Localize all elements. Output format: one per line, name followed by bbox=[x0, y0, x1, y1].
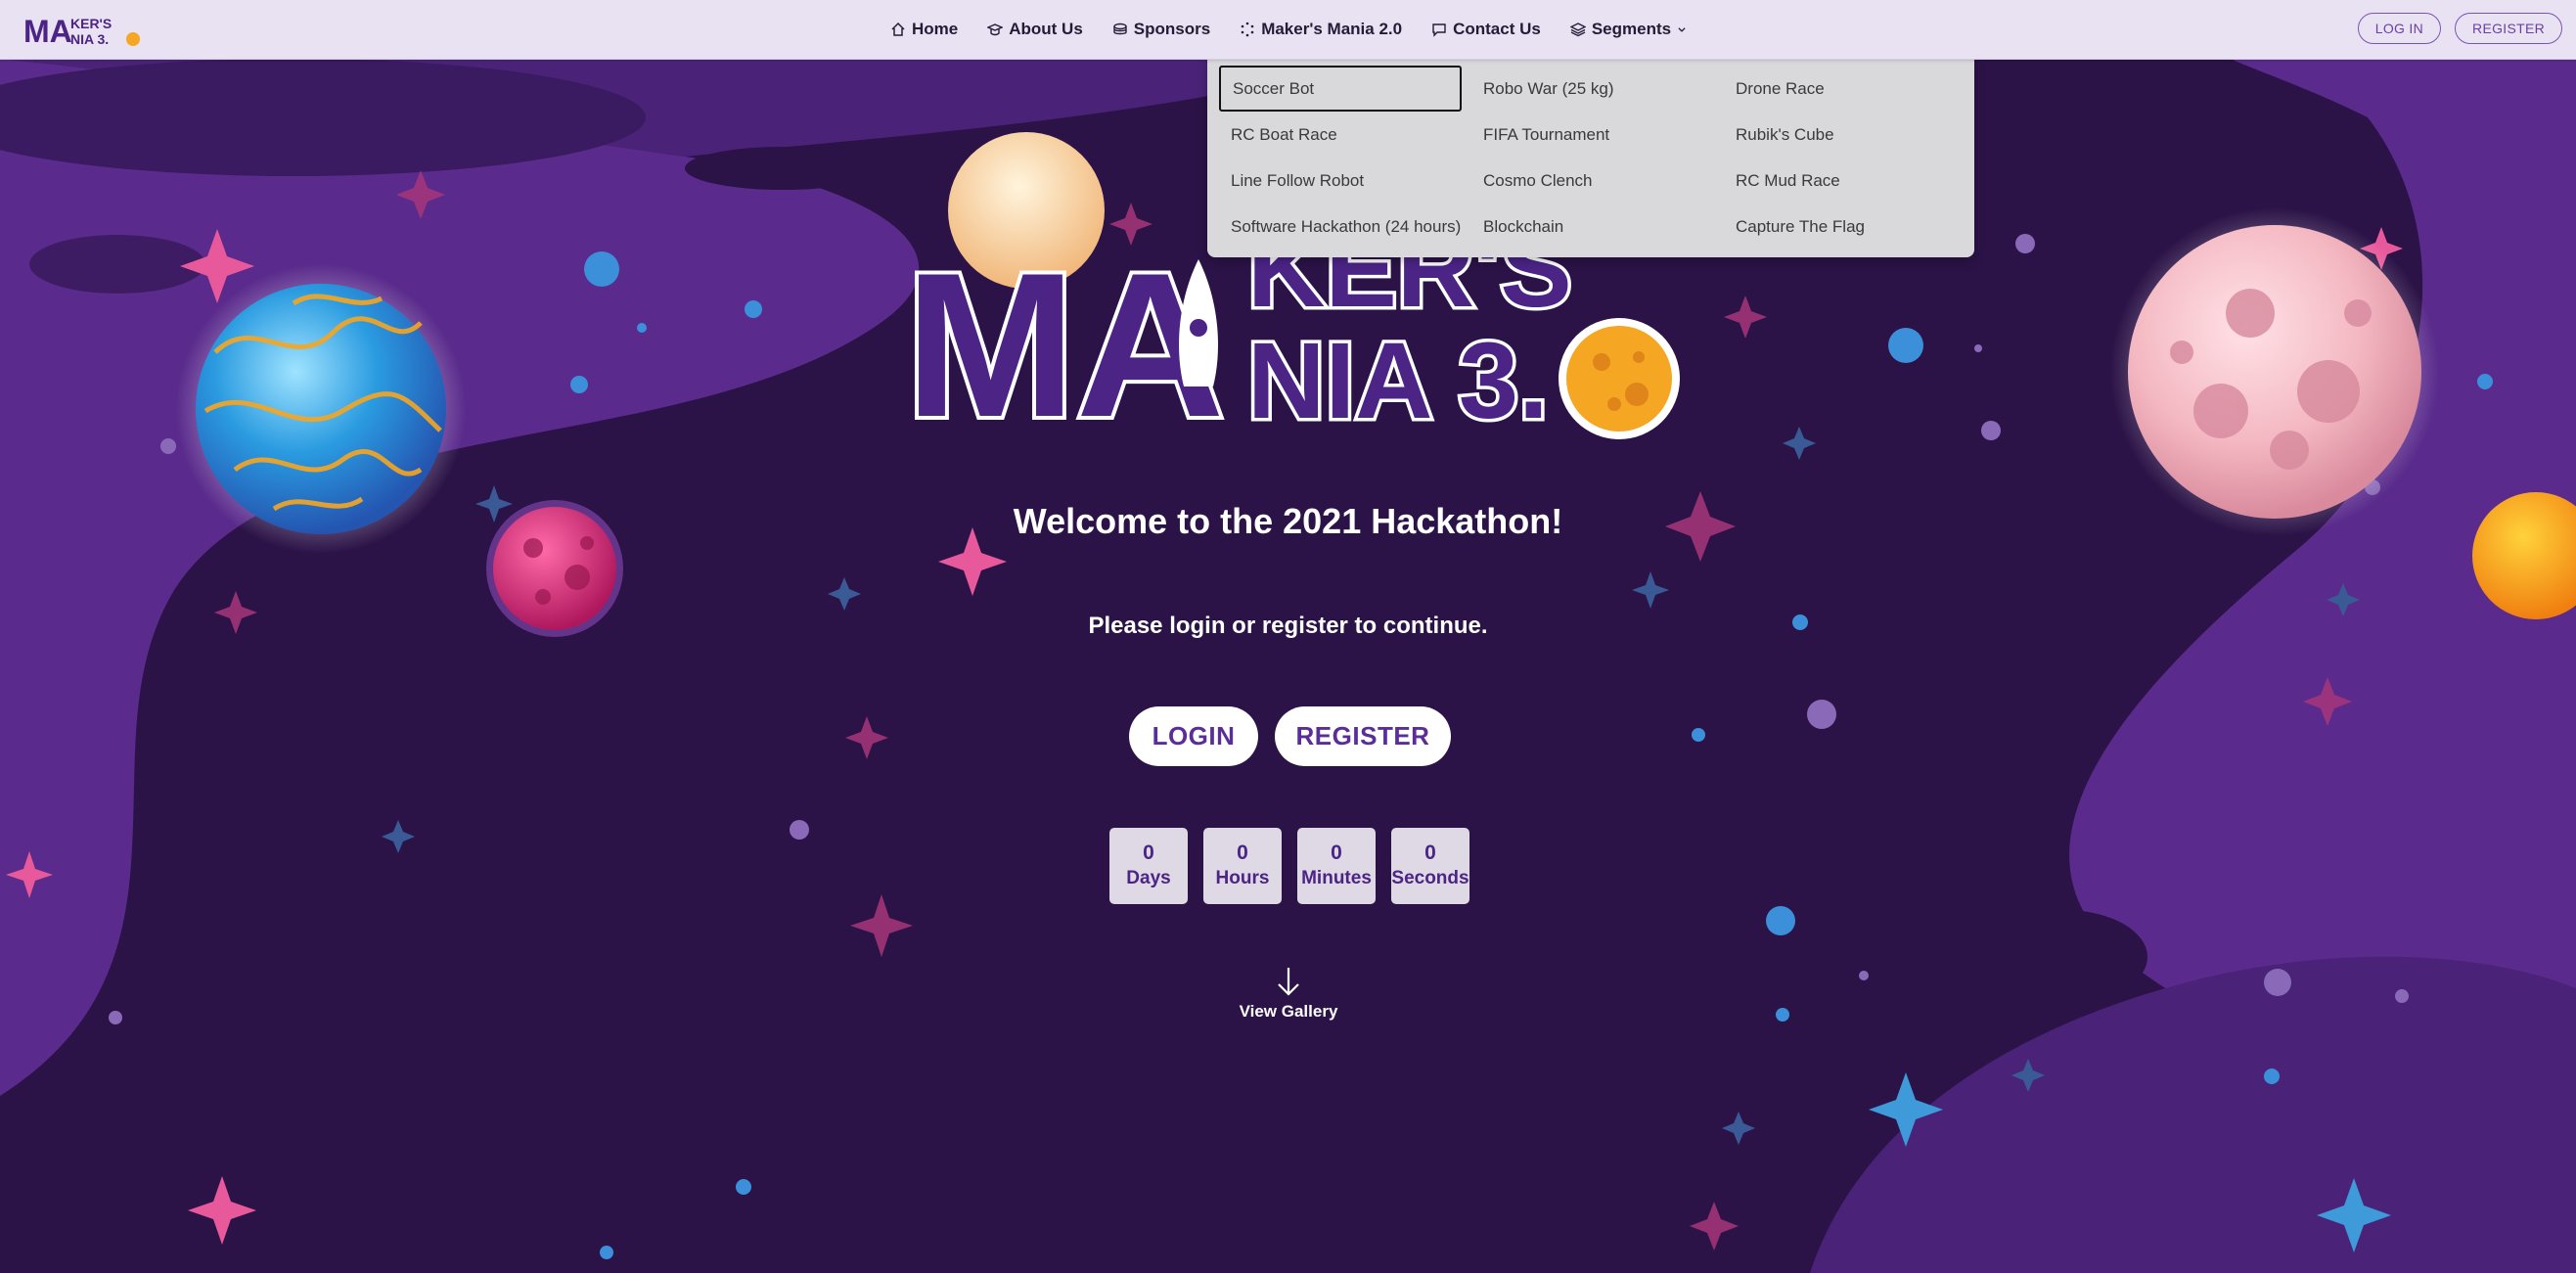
nav-makers-mania-2-label: Maker's Mania 2.0 bbox=[1261, 20, 1403, 38]
segment-drone-race[interactable]: Drone Race bbox=[1724, 66, 1836, 112]
countdown-hours: 0 Hours bbox=[1203, 828, 1282, 904]
segment-cosmo-clench[interactable]: Cosmo Clench bbox=[1471, 158, 1604, 204]
hero-logo-big: MA bbox=[905, 230, 1225, 445]
brand-logo[interactable]: MA KER'S NIA 3. bbox=[22, 9, 145, 50]
chat-bubble-icon bbox=[1432, 23, 1446, 37]
welcome-heading: Welcome to the 2021 Hackathon! bbox=[1013, 501, 1563, 541]
arrow-down-icon bbox=[1278, 968, 1299, 996]
countdown-minutes-value: 0 bbox=[1331, 841, 1342, 864]
nav-contact[interactable]: Contact Us bbox=[1431, 20, 1541, 39]
top-navbar: MA KER'S NIA 3. Home About Us Sponsors M… bbox=[0, 0, 2576, 60]
welcome-subtitle: Please login or register to continue. bbox=[1088, 613, 1488, 639]
nav-about[interactable]: About Us bbox=[987, 20, 1083, 39]
graduation-cap-icon bbox=[987, 23, 1004, 36]
countdown-days-value: 0 bbox=[1143, 841, 1154, 864]
countdown-minutes-label: Minutes bbox=[1301, 868, 1372, 888]
countdown-hours-value: 0 bbox=[1237, 841, 1248, 864]
nav-segments-label: Segments bbox=[1591, 20, 1672, 38]
segment-rubiks-cube[interactable]: Rubik's Cube bbox=[1724, 112, 1846, 158]
countdown-days: 0 Days bbox=[1109, 828, 1188, 904]
svg-text:MA: MA bbox=[23, 14, 72, 49]
segments-dropdown: Soccer Bot RC Boat Race Line Follow Robo… bbox=[1207, 58, 1974, 257]
segment-robo-war[interactable]: Robo War (25 kg) bbox=[1471, 66, 1626, 112]
svg-text:NIA 3.: NIA 3. bbox=[70, 31, 109, 47]
nav-login-button[interactable]: LOG IN bbox=[2357, 13, 2442, 44]
coins-icon bbox=[1113, 23, 1127, 35]
nav-sponsors[interactable]: Sponsors bbox=[1112, 20, 1210, 39]
nav-links: Home About Us Sponsors Maker's Mania 2.0… bbox=[890, 0, 1687, 59]
home-icon bbox=[891, 22, 905, 36]
hero-register-button[interactable]: REGISTER bbox=[1275, 706, 1451, 766]
hero-cta-group: LOGIN REGISTER bbox=[1129, 706, 1451, 766]
nav-home[interactable]: Home bbox=[890, 20, 958, 39]
countdown-seconds-value: 0 bbox=[1424, 841, 1436, 864]
chevron-down-icon bbox=[1678, 27, 1686, 32]
nav-makers-mania-2[interactable]: Maker's Mania 2.0 bbox=[1240, 20, 1402, 39]
nav-segments[interactable]: Segments bbox=[1569, 20, 1687, 39]
countdown-hours-label: Hours bbox=[1215, 868, 1270, 888]
view-gallery-label: View Gallery bbox=[1239, 1002, 1338, 1021]
hero-logo-line2: NIA 3. bbox=[1247, 321, 1549, 441]
countdown-seconds: 0 Seconds bbox=[1391, 828, 1469, 904]
countdown-minutes: 0 Minutes bbox=[1297, 828, 1376, 904]
nav-sponsors-label: Sponsors bbox=[1133, 20, 1211, 38]
layers-icon bbox=[1569, 23, 1586, 37]
dotted-circle-icon bbox=[1241, 22, 1254, 37]
countdown-seconds-label: Seconds bbox=[1391, 868, 1469, 888]
hero-login-button[interactable]: LOGIN bbox=[1129, 706, 1258, 766]
segment-rc-mud-race[interactable]: RC Mud Race bbox=[1724, 158, 1852, 204]
segment-software-hackathon[interactable]: Software Hackathon (24 hours) bbox=[1219, 204, 1472, 250]
nav-auth-buttons: LOG IN REGISTER bbox=[2357, 13, 2562, 44]
segment-capture-the-flag[interactable]: Capture The Flag bbox=[1724, 204, 1876, 250]
segment-line-follow-robot[interactable]: Line Follow Robot bbox=[1219, 158, 1376, 204]
countdown-timer: 0 Days 0 Hours 0 Minutes 0 Seconds bbox=[1109, 828, 1469, 904]
svg-text:KER'S: KER'S bbox=[70, 16, 112, 31]
view-gallery-link[interactable]: View Gallery bbox=[1191, 965, 1386, 1022]
countdown-days-label: Days bbox=[1126, 868, 1171, 888]
nav-home-label: Home bbox=[912, 20, 959, 38]
segment-blockchain[interactable]: Blockchain bbox=[1471, 204, 1575, 250]
nav-register-button[interactable]: REGISTER bbox=[2455, 13, 2562, 44]
nav-about-label: About Us bbox=[1009, 20, 1083, 38]
nav-contact-label: Contact Us bbox=[1453, 20, 1541, 38]
segment-rc-boat-race[interactable]: RC Boat Race bbox=[1219, 112, 1349, 158]
segment-fifa-tournament[interactable]: FIFA Tournament bbox=[1471, 112, 1621, 158]
segment-soccer-bot[interactable]: Soccer Bot bbox=[1219, 66, 1462, 112]
